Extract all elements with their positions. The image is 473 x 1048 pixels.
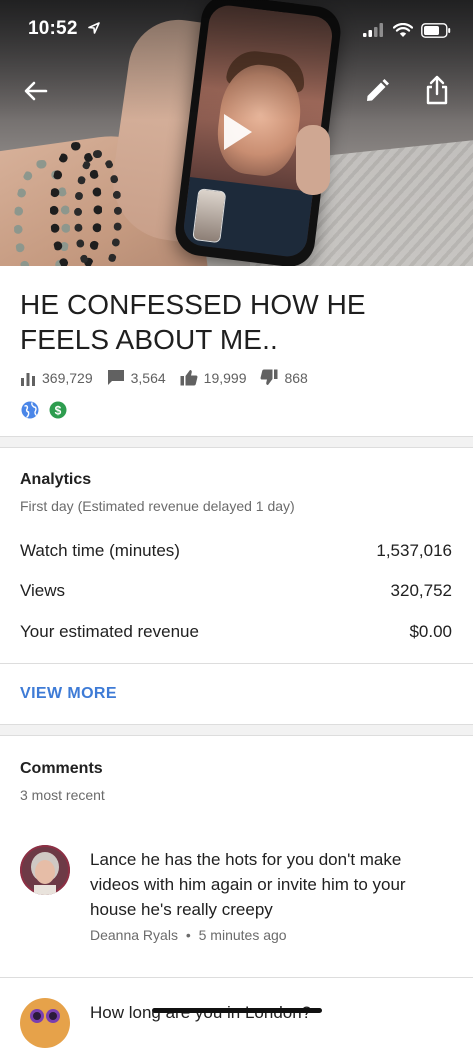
comments-subtitle: 3 most recent [20,787,105,803]
location-arrow-icon [88,22,100,34]
status-time-text: 10:52 [28,18,78,39]
analytics-subtitle: First day (Estimated revenue delayed 1 d… [20,498,295,514]
comment-author[interactable]: Deanna Ryals [90,927,178,943]
divider [0,447,473,448]
views-stat: 369,729 [20,370,93,386]
play-icon[interactable] [224,114,252,150]
dislikes-count: 868 [284,369,308,386]
analytics-row-value: 1,537,016 [376,541,452,560]
divider [0,735,473,736]
status-time: 10:52 [28,18,101,40]
home-indicator[interactable] [152,1008,322,1013]
divider [0,663,473,664]
public-globe-icon [21,401,39,419]
avatar[interactable] [20,845,70,895]
analytics-row-value: 320,752 [390,581,452,600]
thumbnail-finger [296,125,330,195]
comment-time: 5 minutes ago [198,927,287,943]
analytics-row-label: Watch time (minutes) [20,541,180,560]
meta-separator: • [185,927,191,943]
monetization-dollar-icon: $ [49,401,67,419]
video-thumbnail[interactable]: 10:52 [0,0,473,266]
battery-icon [421,22,451,38]
likes-count: 19,999 [203,369,247,386]
analytics-row-label: Your estimated revenue [20,622,199,641]
avatar[interactable] [20,998,70,1048]
commenter-photo [20,845,70,895]
divider [0,977,473,978]
comment-meta: Deanna Ryals • 5 minutes ago [90,927,287,943]
comments-count: 3,564 [130,369,166,386]
comments-stat: 3,564 [107,369,166,386]
analytics-row-label: Views [20,581,66,600]
dislikes-stat: 868 [260,369,308,386]
comment-icon [107,370,124,385]
back-arrow-icon [24,81,48,101]
video-status-badges: $ [21,401,67,419]
thumbs-up-icon [180,370,198,386]
bar-chart-icon [21,372,35,386]
video-stats: 369,729 3,564 19,999 868 [20,369,322,386]
view-more-link[interactable]: VIEW MORE [20,685,117,703]
edit-button[interactable] [362,76,392,106]
views-count: 369,729 [42,369,93,386]
comment-text: Lance he has the hots for you don't make… [90,850,406,919]
share-icon [426,75,448,105]
thumbs-down-icon [261,369,278,385]
section-gap [0,725,473,735]
pencil-icon [367,79,389,101]
wifi-icon [393,22,413,37]
commenter-photo [20,998,70,1048]
comments-title: Comments [20,760,103,777]
video-title: HE CONFESSED HOW HE FEELS ABOUT ME.. [20,289,366,355]
share-button[interactable] [422,74,452,105]
section-gap [0,437,473,447]
back-button[interactable] [21,76,51,106]
cellular-signal-icon [363,23,383,37]
svg-text:$: $ [55,404,62,418]
analytics-row-value: $0.00 [409,622,452,641]
status-icons [363,20,451,40]
likes-stat: 19,999 [180,369,247,386]
analytics-title: Analytics [20,471,92,488]
